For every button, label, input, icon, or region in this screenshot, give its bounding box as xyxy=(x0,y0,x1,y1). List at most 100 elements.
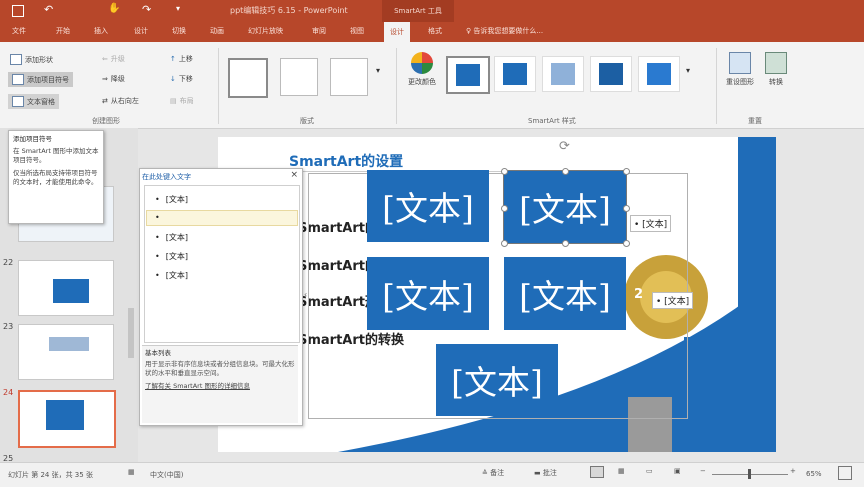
smartart-shape[interactable]: [文本] xyxy=(367,257,489,330)
resize-handle[interactable] xyxy=(501,205,508,212)
resize-handle[interactable] xyxy=(623,205,630,212)
tab-view[interactable]: 视图 xyxy=(350,26,364,36)
smartart-shape[interactable]: [文本] xyxy=(504,257,626,330)
tab-format[interactable]: 格式 xyxy=(428,26,442,36)
tab-review[interactable]: 审阅 xyxy=(312,26,326,36)
resize-handle[interactable] xyxy=(623,240,630,247)
smartart-shape[interactable]: [文本] xyxy=(436,344,558,416)
redo-icon[interactable]: ↷ xyxy=(142,3,151,16)
slide-sorter-icon[interactable]: ▦ xyxy=(618,467,625,475)
style-option-5[interactable] xyxy=(638,56,680,92)
slide-thumbnail[interactable] xyxy=(18,324,114,380)
add-bullet-button[interactable]: 添加项目符号 xyxy=(8,72,73,87)
resize-handle[interactable] xyxy=(501,168,508,175)
move-up-button[interactable]: ↑ 上移 xyxy=(170,54,193,64)
fit-slide-icon[interactable] xyxy=(838,466,852,480)
change-colors-button[interactable]: 更改颜色 xyxy=(404,52,440,87)
layout-button[interactable]: ▤ 布局 xyxy=(170,96,194,106)
rotate-handle-icon[interactable]: ⟳ xyxy=(559,139,570,154)
text-pane-toggle-icon[interactable]: ‹ xyxy=(304,290,307,299)
add-bullet-icon xyxy=(12,74,24,85)
promote-icon: ⇐ xyxy=(102,55,108,63)
tab-insert[interactable]: 插入 xyxy=(94,26,108,36)
text-pane-item[interactable]: [文本] xyxy=(155,232,188,243)
smartart-shape[interactable]: [文本] xyxy=(367,170,489,242)
zoom-slider-thumb[interactable] xyxy=(748,469,751,479)
tooltip-line: 在 SmartArt 图形中添加文本项目符号。 xyxy=(13,147,99,164)
close-icon[interactable]: × xyxy=(290,170,298,180)
comments-button[interactable]: ▬ 批注 xyxy=(534,468,557,478)
window-title: ppt编辑技巧 6.15 - PowerPoint xyxy=(230,6,348,15)
slide-number: 22 xyxy=(3,258,14,267)
tab-animations[interactable]: 动画 xyxy=(210,26,224,36)
layout-description: 基本列表 用于显示非有序信息块或者分组信息块。可最大化形状的水平和垂直显示空间。… xyxy=(142,345,298,423)
layout-option-hexagon[interactable] xyxy=(280,58,318,96)
thumb-grid xyxy=(53,279,89,303)
group-label-styles: SmartArt 样式 xyxy=(528,117,576,125)
slide-thumbnail[interactable] xyxy=(18,260,114,316)
group-label-reset: 重置 xyxy=(748,117,762,125)
demote-button[interactable]: ⇒ 降级 xyxy=(102,74,125,84)
style-option-4[interactable] xyxy=(590,56,632,92)
layout-description-text: 用于显示非有序信息块或者分组信息块。可最大化形状的水平和垂直显示空间。 xyxy=(145,360,295,377)
normal-view-icon[interactable] xyxy=(590,466,604,478)
style-option-1[interactable] xyxy=(446,56,490,94)
tab-file[interactable]: 文件 xyxy=(12,26,26,36)
right-to-left-button[interactable]: ⇄ 从右向左 xyxy=(102,96,139,106)
style-option-3[interactable] xyxy=(542,56,584,92)
move-down-button[interactable]: ↓ 下移 xyxy=(170,74,193,84)
resize-handle[interactable] xyxy=(562,240,569,247)
reset-graphic-button[interactable]: 重设图形 xyxy=(722,52,758,87)
group-label-create: 创建图形 xyxy=(92,117,120,125)
add-bullet-tooltip: 添加项目符号 在 SmartArt 图形中添加文本项目符号。 仅当所选布局支持带… xyxy=(8,130,104,224)
add-shape-icon xyxy=(10,54,22,65)
text-pane-item[interactable]: [文本] xyxy=(155,270,188,281)
undo-icon[interactable]: ↶ xyxy=(44,3,53,16)
text-pane-item[interactable]: [文本] xyxy=(155,194,188,205)
convert-button[interactable]: 转换 xyxy=(762,52,790,87)
slide-title[interactable]: SmartArt的设置 xyxy=(289,151,403,171)
slideshow-icon[interactable]: ▣ xyxy=(674,467,681,475)
panel-scrollbar[interactable] xyxy=(128,308,134,358)
tab-home[interactable]: 开始 xyxy=(56,26,70,36)
reading-view-icon[interactable]: ▭ xyxy=(646,467,653,475)
smartart-shape-selected[interactable]: [文本] xyxy=(503,170,627,244)
style-option-2[interactable] xyxy=(494,56,536,92)
text-pane-item-active[interactable] xyxy=(146,210,298,226)
thumb-graphic xyxy=(49,337,89,351)
resize-handle[interactable] xyxy=(501,240,508,247)
add-shape-button[interactable]: 添加形状 xyxy=(10,54,53,65)
tab-design[interactable]: 设计 xyxy=(134,26,148,36)
customize-qat-icon[interactable]: ▾ xyxy=(176,4,180,13)
tab-smartart-design[interactable]: 设计 xyxy=(384,22,410,42)
zoom-level[interactable]: 65% xyxy=(806,470,822,478)
resize-handle[interactable] xyxy=(623,168,630,175)
divider xyxy=(396,48,397,124)
resize-handle[interactable] xyxy=(562,168,569,175)
lightbulb-icon: ♀ xyxy=(466,27,472,35)
slide-thumbnail-selected[interactable] xyxy=(18,390,116,448)
zoom-in-icon[interactable]: + xyxy=(790,467,796,475)
status-bar: 幻灯片 第 24 张，共 35 张 ▦ 中文(中国) ≙ 备注 ▬ 批注 ▦ ▭… xyxy=(0,462,864,487)
styles-more-icon[interactable]: ▾ xyxy=(686,66,690,75)
tab-slideshow[interactable]: 幻灯片放映 xyxy=(248,26,283,36)
zoom-out-icon[interactable]: − xyxy=(700,467,706,475)
touch-mode-icon[interactable]: ✋ xyxy=(108,3,120,14)
learn-more-link[interactable]: 了解有关 SmartArt 图形的详细信息 xyxy=(145,382,295,391)
text-pane-item[interactable]: [文本] xyxy=(155,251,188,262)
layouts-more-icon[interactable]: ▾ xyxy=(376,66,380,75)
spellcheck-icon[interactable]: ▦ xyxy=(128,468,135,476)
layout-option-grid[interactable] xyxy=(330,58,368,96)
save-icon[interactable] xyxy=(12,5,24,17)
tell-me-search[interactable]: ♀ 告诉我您想要做什么... xyxy=(466,26,543,36)
tab-transitions[interactable]: 切换 xyxy=(172,26,186,36)
layout-option-basic-block[interactable] xyxy=(228,58,268,98)
divider xyxy=(218,48,219,124)
right-to-left-icon: ⇄ xyxy=(102,97,108,105)
language-indicator[interactable]: 中文(中国) xyxy=(150,470,183,480)
convert-icon xyxy=(765,52,787,74)
color-palette-icon xyxy=(411,52,433,74)
promote-button[interactable]: ⇐ 升级 xyxy=(102,54,125,64)
notes-button[interactable]: ≙ 备注 xyxy=(482,468,504,478)
text-pane-button[interactable]: 文本窗格 xyxy=(8,94,59,109)
